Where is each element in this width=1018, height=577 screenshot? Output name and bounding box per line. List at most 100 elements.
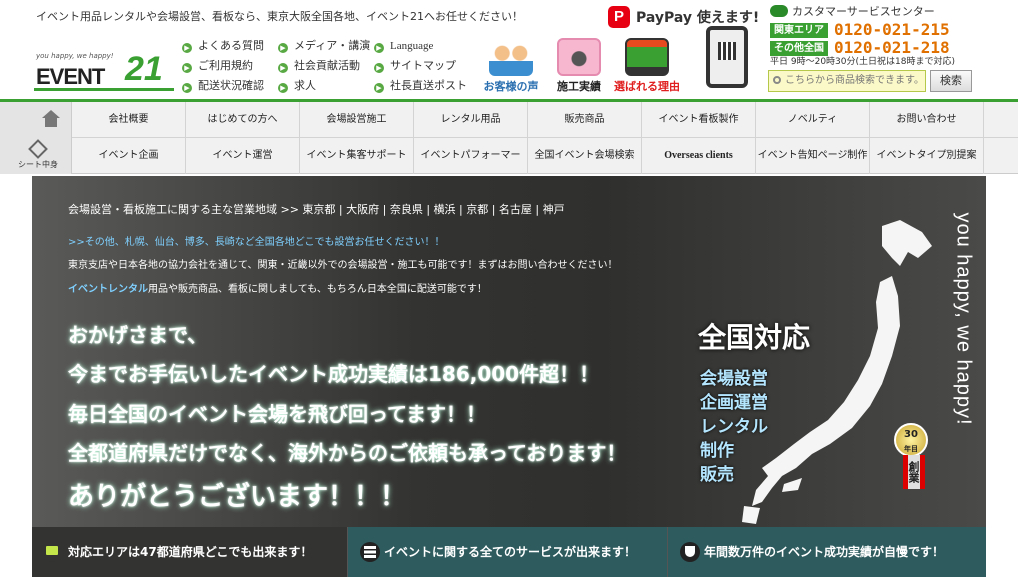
nav-item[interactable]: Overseas clients bbox=[642, 138, 756, 174]
feature-bar: 対応エリアは47都道府県どこでも出来ます！ イベントに関する全てのサービスが出来… bbox=[32, 527, 986, 577]
nav-item[interactable]: 会場設営施工 bbox=[300, 102, 414, 138]
quick-link-label: 求人 bbox=[294, 79, 316, 92]
search-icon bbox=[773, 76, 781, 84]
people-icon bbox=[489, 38, 533, 76]
promo-customer-voice[interactable]: お客様の声 bbox=[478, 38, 544, 94]
free-dial-icon bbox=[770, 5, 788, 17]
nav-items-secondary: イベント企画 イベント運営 イベント集客サポート イベントパフォーマー 全国イベ… bbox=[72, 138, 984, 174]
info-text-delivery: イベントレンタル用品や販売商品、看板に関しましても、もちろん日本全国に配送可能で… bbox=[68, 284, 487, 295]
trophy-icon bbox=[685, 546, 695, 557]
tv-icon bbox=[625, 38, 669, 76]
quick-link-sitemap[interactable]: ▶ サイトマップ bbox=[374, 56, 467, 76]
hero-headline-1: おかげさまで、 bbox=[68, 323, 208, 347]
arrow-bullet-icon: ▶ bbox=[182, 43, 192, 53]
search-input[interactable]: こちらから商品検索できます。 bbox=[768, 70, 926, 92]
promo-label: 施工実績 bbox=[557, 80, 601, 93]
arrow-bullet-icon: ▶ bbox=[182, 83, 192, 93]
info-text-partners: 東京支店や日本各地の協力会社を通じて、関東・近畿以外での会場設営・施工も可能です… bbox=[68, 260, 618, 271]
search-button[interactable]: 検索 bbox=[930, 70, 972, 92]
quick-link-label: ご利用規約 bbox=[198, 59, 253, 72]
event-rental-link[interactable]: イベントレンタル bbox=[68, 284, 148, 295]
quick-link-label: メディア・講演 bbox=[294, 39, 371, 52]
site-tagline: イベント用品レンタルや会場設営、看板なら、東京大阪全国各地、イベント21へお任せ… bbox=[36, 10, 523, 23]
quick-links-col1: ▶ よくある質問 ▶ ご利用規約 ▶ 配送状況確認 bbox=[182, 36, 264, 96]
nav-item[interactable]: ノベルティ bbox=[756, 102, 870, 138]
service-area-line: 会場設営・看板施工に関する主な営業地域 >> 東京都 | 大阪府 | 奈良県 |… bbox=[68, 203, 565, 216]
promo-track-record[interactable]: 施工実績 bbox=[546, 38, 612, 94]
nav-item[interactable]: 全国イベント会場検索 bbox=[528, 138, 642, 174]
quick-link-csr[interactable]: ▶ 社会貢献活動 bbox=[278, 56, 370, 76]
logo-word: EVENT bbox=[36, 64, 105, 89]
nav-item[interactable]: イベント集客サポート bbox=[300, 138, 414, 174]
anniversary-badge: 30 年目 創業 bbox=[894, 423, 934, 493]
nav-item[interactable]: レンタル用品 bbox=[414, 102, 528, 138]
nav-item[interactable]: イベントパフォーマー bbox=[414, 138, 528, 174]
nav-item[interactable]: 販売商品 bbox=[528, 102, 642, 138]
arrow-bullet-icon: ▶ bbox=[374, 63, 384, 73]
nav-item[interactable]: 会社概要 bbox=[72, 102, 186, 138]
paypay-icon: P bbox=[608, 6, 630, 28]
feature-record[interactable]: 年間数万件のイベント成功実績が自慢です！ bbox=[667, 527, 986, 577]
hero-headline-2: 今までお手伝いしたイベント成功実績は186,000件超！！ bbox=[68, 362, 600, 386]
hero-banner: 会場設営・看板施工に関する主な営業地域 >> 東京都 | 大阪府 | 奈良県 |… bbox=[32, 176, 986, 577]
nav-row-secondary: シート中身 イベント企画 イベント運営 イベント集客サポート イベントパフォーマ… bbox=[0, 138, 1018, 174]
service-item: 販売 bbox=[700, 465, 734, 485]
customer-service-center: カスタマーサービスセンター 関東エリア 0120-021-215 その他全国 012… bbox=[770, 4, 1010, 69]
nav-item[interactable]: イベント告知ページ制作 bbox=[756, 138, 870, 174]
quick-link-label: 配送状況確認 bbox=[198, 79, 264, 92]
info-link-nationwide[interactable]: >>その他、札幌、仙台、博多、長崎など全国各地どこでも設営お任せください！！ bbox=[68, 233, 444, 248]
nav-sheet-cell[interactable]: シート中身 bbox=[0, 138, 72, 174]
nav-item[interactable]: お問い合わせ bbox=[870, 102, 984, 138]
paypay-text: PayPay 使えます! bbox=[636, 10, 760, 26]
nav-home-cell[interactable] bbox=[0, 102, 72, 138]
smartphone-qr-icon bbox=[706, 26, 748, 88]
nav-item[interactable]: イベント看板製作 bbox=[642, 102, 756, 138]
service-item: レンタル bbox=[700, 417, 768, 437]
nav-item[interactable]: イベントタイプ別提案 bbox=[870, 138, 984, 174]
promo-label: お客様の声 bbox=[483, 80, 539, 93]
promo-reasons[interactable]: 選ばれる理由 bbox=[614, 38, 680, 94]
sheet-label: シート中身 bbox=[18, 160, 58, 169]
service-item: 会場設営 bbox=[700, 369, 768, 389]
service-hours: 平日 9時〜20時30分(土日祝は18時まで対応) bbox=[770, 57, 955, 67]
phone-number: 0120-021-215 bbox=[834, 20, 950, 39]
quick-link-terms[interactable]: ▶ ご利用規約 bbox=[182, 56, 264, 76]
sheet-menu: シート中身 bbox=[10, 139, 66, 170]
nationwide-title: 全国対応 bbox=[698, 321, 811, 354]
quick-link-language[interactable]: ▶ Language bbox=[374, 36, 467, 56]
feature-services[interactable]: イベントに関する全てのサービスが出来ます！ bbox=[347, 527, 667, 577]
phone-row-other[interactable]: その他全国 0120-021-218 bbox=[770, 38, 1010, 57]
nav-items-primary: 会社概要 はじめての方へ 会場設営施工 レンタル用品 販売商品 イベント看板製作… bbox=[72, 102, 984, 138]
quick-link-faq[interactable]: ▶ よくある質問 bbox=[182, 36, 264, 56]
site-logo[interactable]: you happy, we happy! EVENT 21 bbox=[30, 46, 180, 92]
arrow-bullet-icon: ▶ bbox=[278, 43, 288, 53]
phone-row-kanto[interactable]: 関東エリア 0120-021-215 bbox=[770, 20, 1010, 39]
quick-link-delivery[interactable]: ▶ 配送状況確認 bbox=[182, 76, 264, 96]
quick-link-ceo-post[interactable]: ▶ 社長直送ポスト bbox=[374, 76, 467, 96]
area-tag: 関東エリア bbox=[770, 23, 828, 38]
quick-link-label: Language bbox=[390, 40, 434, 52]
hero-headline-4: 全都道府県だけでなく、海外からのご依頼も承っております！ bbox=[68, 441, 627, 465]
camera-icon bbox=[557, 38, 601, 76]
nav-item[interactable]: イベント運営 bbox=[186, 138, 300, 174]
logo-number: 21 bbox=[125, 50, 163, 88]
area-tag: その他全国 bbox=[770, 41, 828, 56]
anniversary-medal: 30 年目 bbox=[894, 423, 928, 457]
paypay-badge: P PayPay 使えます! bbox=[608, 4, 763, 28]
quick-link-label: よくある質問 bbox=[198, 39, 264, 52]
quick-links-col3: ▶ Language ▶ サイトマップ ▶ 社長直送ポスト bbox=[374, 36, 467, 96]
arrow-bullet-icon: ▶ bbox=[278, 83, 288, 93]
phone-number: 0120-021-218 bbox=[834, 38, 950, 57]
nav-item[interactable]: イベント企画 bbox=[72, 138, 186, 174]
promo-label: 選ばれる理由 bbox=[614, 80, 680, 93]
service-item: 企画運営 bbox=[700, 393, 768, 413]
nav-item[interactable]: はじめての方へ bbox=[186, 102, 300, 138]
quick-link-recruit[interactable]: ▶ 求人 bbox=[278, 76, 370, 96]
home-icon bbox=[42, 110, 60, 128]
customer-service-title: カスタマーサービスセンター bbox=[770, 4, 1010, 20]
quick-link-media[interactable]: ▶ メディア・講演 bbox=[278, 36, 370, 56]
page: イベント用品レンタルや会場設営、看板なら、東京大阪全国各地、イベント21へお任せ… bbox=[0, 0, 1018, 577]
feature-area[interactable]: 対応エリアは47都道府県どこでも出来ます！ bbox=[32, 527, 347, 577]
arrow-bullet-icon: ▶ bbox=[182, 63, 192, 73]
global-nav: 会社概要 はじめての方へ 会場設営施工 レンタル用品 販売商品 イベント看板製作… bbox=[0, 102, 1018, 174]
